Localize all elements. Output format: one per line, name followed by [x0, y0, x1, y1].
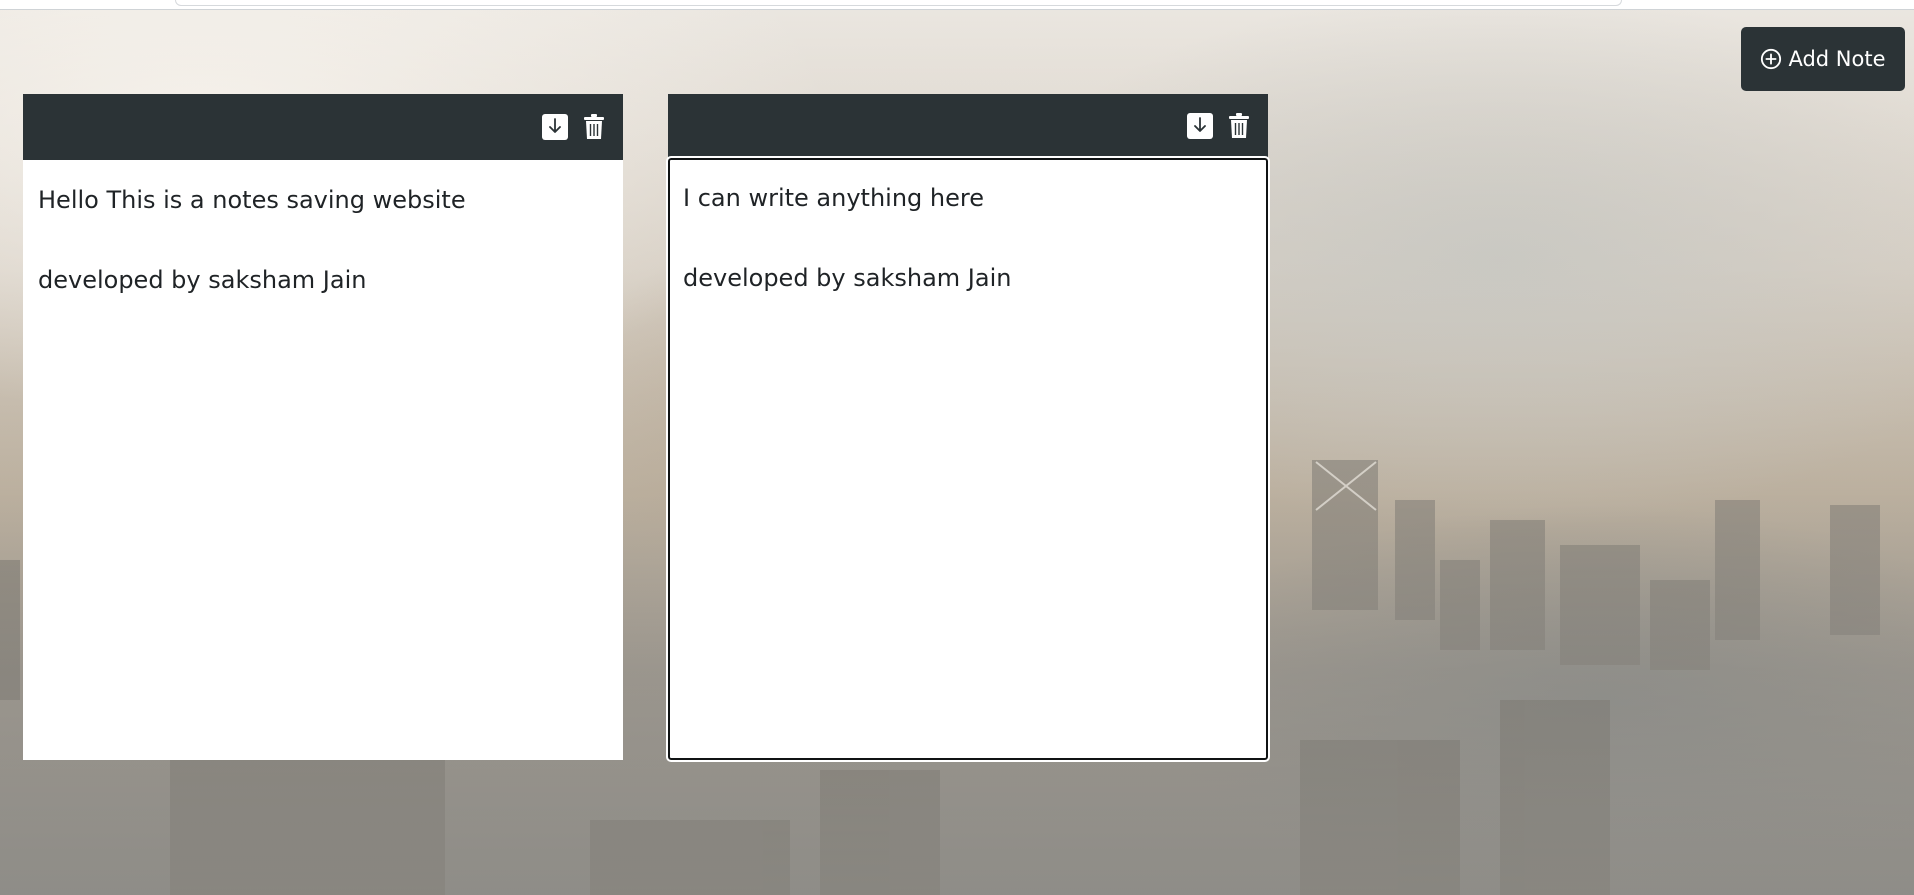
trash-icon [584, 114, 604, 139]
add-note-button[interactable]: Add Note [1741, 27, 1905, 91]
add-note-label: Add Note [1788, 47, 1886, 71]
browser-top-strip [0, 0, 1914, 10]
note-card: I can write anything here developed by s… [666, 94, 1270, 762]
trash-icon [1229, 113, 1249, 138]
note-line: developed by saksham Jain [683, 264, 1012, 292]
delete-note-button[interactable] [581, 114, 607, 140]
note-line: I can write anything here [683, 184, 984, 212]
note-line: Hello This is a notes saving website [38, 186, 466, 214]
note-toolbar [23, 94, 623, 160]
download-icon [1187, 113, 1213, 139]
note-card: Hello This is a notes saving website dev… [23, 94, 623, 760]
note-line [683, 218, 1253, 258]
save-note-button[interactable] [542, 114, 568, 140]
delete-note-button[interactable] [1226, 113, 1252, 139]
save-note-button[interactable] [1187, 113, 1213, 139]
note-toolbar [668, 94, 1268, 158]
app-page: Add Note Hello This is a notes saving we… [0, 0, 1914, 895]
note-textarea[interactable]: Hello This is a notes saving website dev… [23, 160, 623, 760]
note-textarea[interactable]: I can write anything here developed by s… [666, 156, 1270, 762]
note-line [38, 220, 608, 260]
address-bar-edge [175, 0, 1622, 6]
plus-circle-icon [1761, 48, 1782, 70]
note-line: developed by saksham Jain [38, 266, 367, 294]
download-icon [542, 114, 568, 140]
